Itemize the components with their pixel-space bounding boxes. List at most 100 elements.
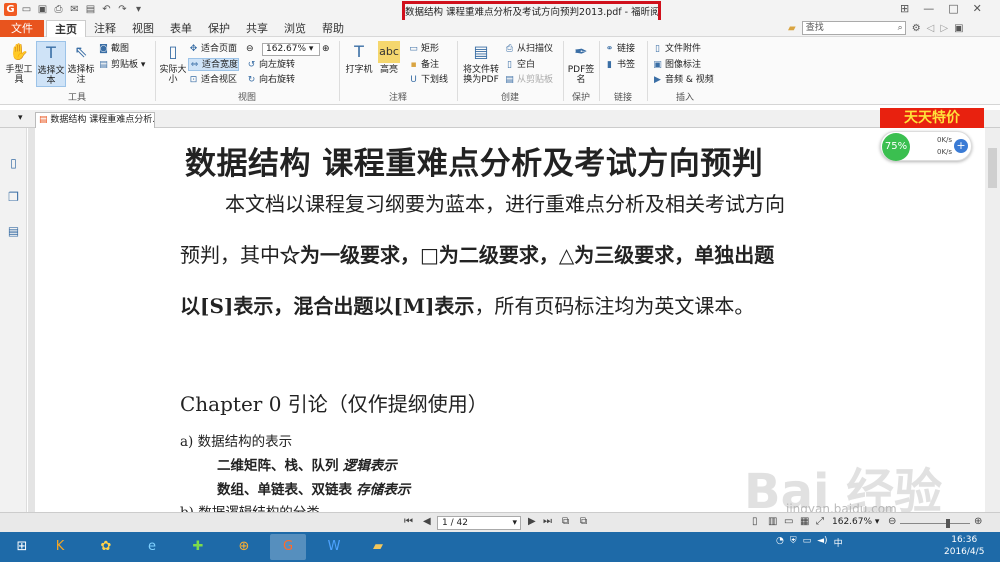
tab-protect[interactable]: 保护 (200, 20, 238, 38)
select-annotation-button[interactable]: ⇖ 选择标注 (66, 41, 96, 85)
page-thumbnail-icon[interactable]: ▯ (6, 156, 21, 171)
tab-share[interactable]: 共享 (238, 20, 276, 38)
search-icon[interactable]: ⌕ (898, 22, 903, 34)
zoom-out-icon[interactable]: ⊖ (246, 43, 254, 56)
file-attachment-button[interactable]: ▯ 文件附件 (652, 43, 701, 56)
promo-banner[interactable]: 天天特价 (880, 108, 984, 129)
back-icon[interactable]: ◁ (927, 23, 935, 34)
link-button[interactable]: ⚭ 链接 (604, 43, 635, 56)
taskbar-app-browser[interactable]: ⊕ (226, 534, 262, 560)
taskbar-app-kingsoft[interactable]: K (42, 534, 78, 560)
pdf-icon[interactable]: ▤ (84, 3, 97, 16)
audio-video-button[interactable]: ▶ 音频 & 视频 (652, 74, 714, 87)
facing-icon[interactable]: ▭ (784, 516, 793, 527)
taskbar-app-paint[interactable]: ✿ (88, 534, 124, 560)
maximize-button[interactable]: □ (948, 2, 958, 15)
from-clipboard-button[interactable]: ▤ 从剪贴板 (504, 74, 553, 87)
ime-indicator[interactable]: 中 (834, 536, 843, 549)
taskbar-clock[interactable]: 16:36 2016/4/5 (944, 534, 984, 558)
hand-tool-button[interactable]: ✋ 手型工具 (4, 41, 34, 85)
taskbar-app-explorer[interactable]: ▰ (360, 534, 396, 560)
fit-page-button[interactable]: ✥ 适合页面 (188, 43, 237, 56)
highlight-button[interactable]: abc 高亮 (374, 41, 404, 75)
page-number-input[interactable]: 1 / 42 ▾ (437, 516, 521, 530)
rotate-left-button[interactable]: ↺ 向左旋转 (246, 59, 295, 72)
zoom-slider-knob[interactable] (946, 519, 950, 528)
folder-icon[interactable]: ▰ (788, 23, 796, 34)
save-icon[interactable]: ▣ (36, 3, 49, 16)
select-text-button[interactable]: T 选择文本 (36, 41, 66, 87)
battery-icon[interactable]: ▭ (803, 536, 812, 549)
tab-comment[interactable]: 注释 (86, 20, 124, 38)
document-tab[interactable]: ▤ 数据结构 课程重难点分析... (35, 112, 155, 128)
tab-help[interactable]: 帮助 (314, 20, 352, 38)
comments-icon[interactable]: ▤ (6, 224, 21, 239)
underline-button[interactable]: U 下划线 (408, 74, 448, 87)
foxit-logo-icon[interactable]: G (4, 3, 17, 16)
tab-form[interactable]: 表单 (162, 20, 200, 38)
continuous-icon[interactable]: ▥ (768, 516, 777, 527)
clipboard-button[interactable]: ▤ 剪贴板 ▾ (98, 59, 145, 72)
zoom-in-icon[interactable]: ⊕ (322, 43, 330, 56)
print-icon[interactable]: ⎙ (52, 3, 65, 16)
next-view-icon[interactable]: ⧉ (580, 516, 587, 527)
plus-icon[interactable]: + (954, 139, 968, 153)
minimize-button[interactable]: — (923, 2, 934, 15)
taskbar-app-ie[interactable]: e (134, 534, 170, 560)
tab-browse[interactable]: 浏览 (276, 20, 314, 38)
tab-home[interactable]: 主页 (46, 20, 86, 38)
tab-view[interactable]: 视图 (124, 20, 162, 38)
actual-size-button[interactable]: ▯ 实际大小 (158, 41, 188, 85)
prev-view-icon[interactable]: ⧉ (562, 516, 569, 527)
fullscreen-icon[interactable]: ⤢ (816, 516, 824, 527)
zoom-select[interactable]: 162.67% ▾ (262, 43, 320, 56)
email-icon[interactable]: ✉ (68, 3, 81, 16)
open-icon[interactable]: ▭ (20, 3, 33, 16)
zoom-slider[interactable] (900, 519, 970, 528)
layers-icon[interactable]: ❐ (6, 190, 21, 205)
image-annotation-button[interactable]: ▣ 图像标注 (652, 59, 701, 72)
note-button[interactable]: ▪ 备注 (408, 59, 439, 72)
undo-icon[interactable]: ↶ (100, 3, 113, 16)
start-button[interactable]: ⊞ (4, 534, 40, 560)
bookmark-button[interactable]: ▮ 书签 (604, 59, 635, 72)
single-page-icon[interactable]: ▯ (752, 516, 758, 527)
convert-to-pdf-button[interactable]: ▤ 将文件转换为PDF (460, 41, 502, 85)
fit-visible-button[interactable]: ⊡ 适合视区 (188, 74, 237, 87)
shield-icon[interactable]: ⛨ (790, 536, 797, 549)
snapshot-button[interactable]: ◙ 截图 (98, 43, 129, 56)
taskbar-app-wps[interactable]: W (316, 534, 352, 560)
pdf-sign-button[interactable]: ✒ PDF签名 (566, 41, 596, 85)
user-icon[interactable]: ▣ (954, 23, 963, 34)
zoom-out-status-icon[interactable]: ⊖ (888, 516, 896, 527)
gear-icon[interactable]: ⚙ (912, 23, 921, 34)
typewriter-button[interactable]: T 打字机 (344, 41, 374, 75)
zoom-level[interactable]: 162.67% ▾ (832, 517, 879, 527)
layout-icon[interactable]: ⊞ (900, 2, 909, 15)
network-speed-widget[interactable]: 75% 0K/s 0K/s + (880, 131, 972, 161)
file-menu-button[interactable]: 文件 (0, 20, 44, 37)
forward-icon[interactable]: ▷ (940, 23, 948, 34)
next-page-icon[interactable]: ▶ (528, 516, 536, 527)
zoom-in-status-icon[interactable]: ⊕ (974, 516, 982, 527)
taskbar-app-foxit[interactable]: G (270, 534, 306, 560)
chevron-down-icon[interactable]: ▾ (18, 113, 23, 123)
scrollbar-thumb[interactable] (988, 148, 997, 188)
volume-icon[interactable]: ◄) (817, 536, 827, 549)
wifi-icon[interactable]: ◔ (776, 536, 784, 549)
continuous-facing-icon[interactable]: ▦ (800, 516, 809, 527)
from-scanner-button[interactable]: ⎙ 从扫描仪 (504, 43, 553, 56)
fit-width-button[interactable]: ⇔ 适合宽度 (188, 58, 240, 71)
prev-page-icon[interactable]: ◀ (423, 516, 431, 527)
rotate-right-button[interactable]: ↻ 向右旋转 (246, 74, 295, 87)
vertical-scrollbar[interactable] (985, 128, 1000, 512)
blank-button[interactable]: ▯ 空白 (504, 59, 535, 72)
search-input[interactable]: 查找 ⌕ (801, 21, 906, 35)
redo-icon[interactable]: ↷ (116, 3, 129, 16)
first-page-icon[interactable]: ⏮ (404, 516, 413, 527)
save-as-icon[interactable]: ▾ (132, 3, 145, 16)
close-button[interactable]: ✕ (973, 2, 982, 15)
taskbar-app-360[interactable]: ✚ (180, 534, 216, 560)
rectangle-button[interactable]: ▭ 矩形 (408, 43, 439, 56)
last-page-icon[interactable]: ⏭ (543, 516, 552, 527)
